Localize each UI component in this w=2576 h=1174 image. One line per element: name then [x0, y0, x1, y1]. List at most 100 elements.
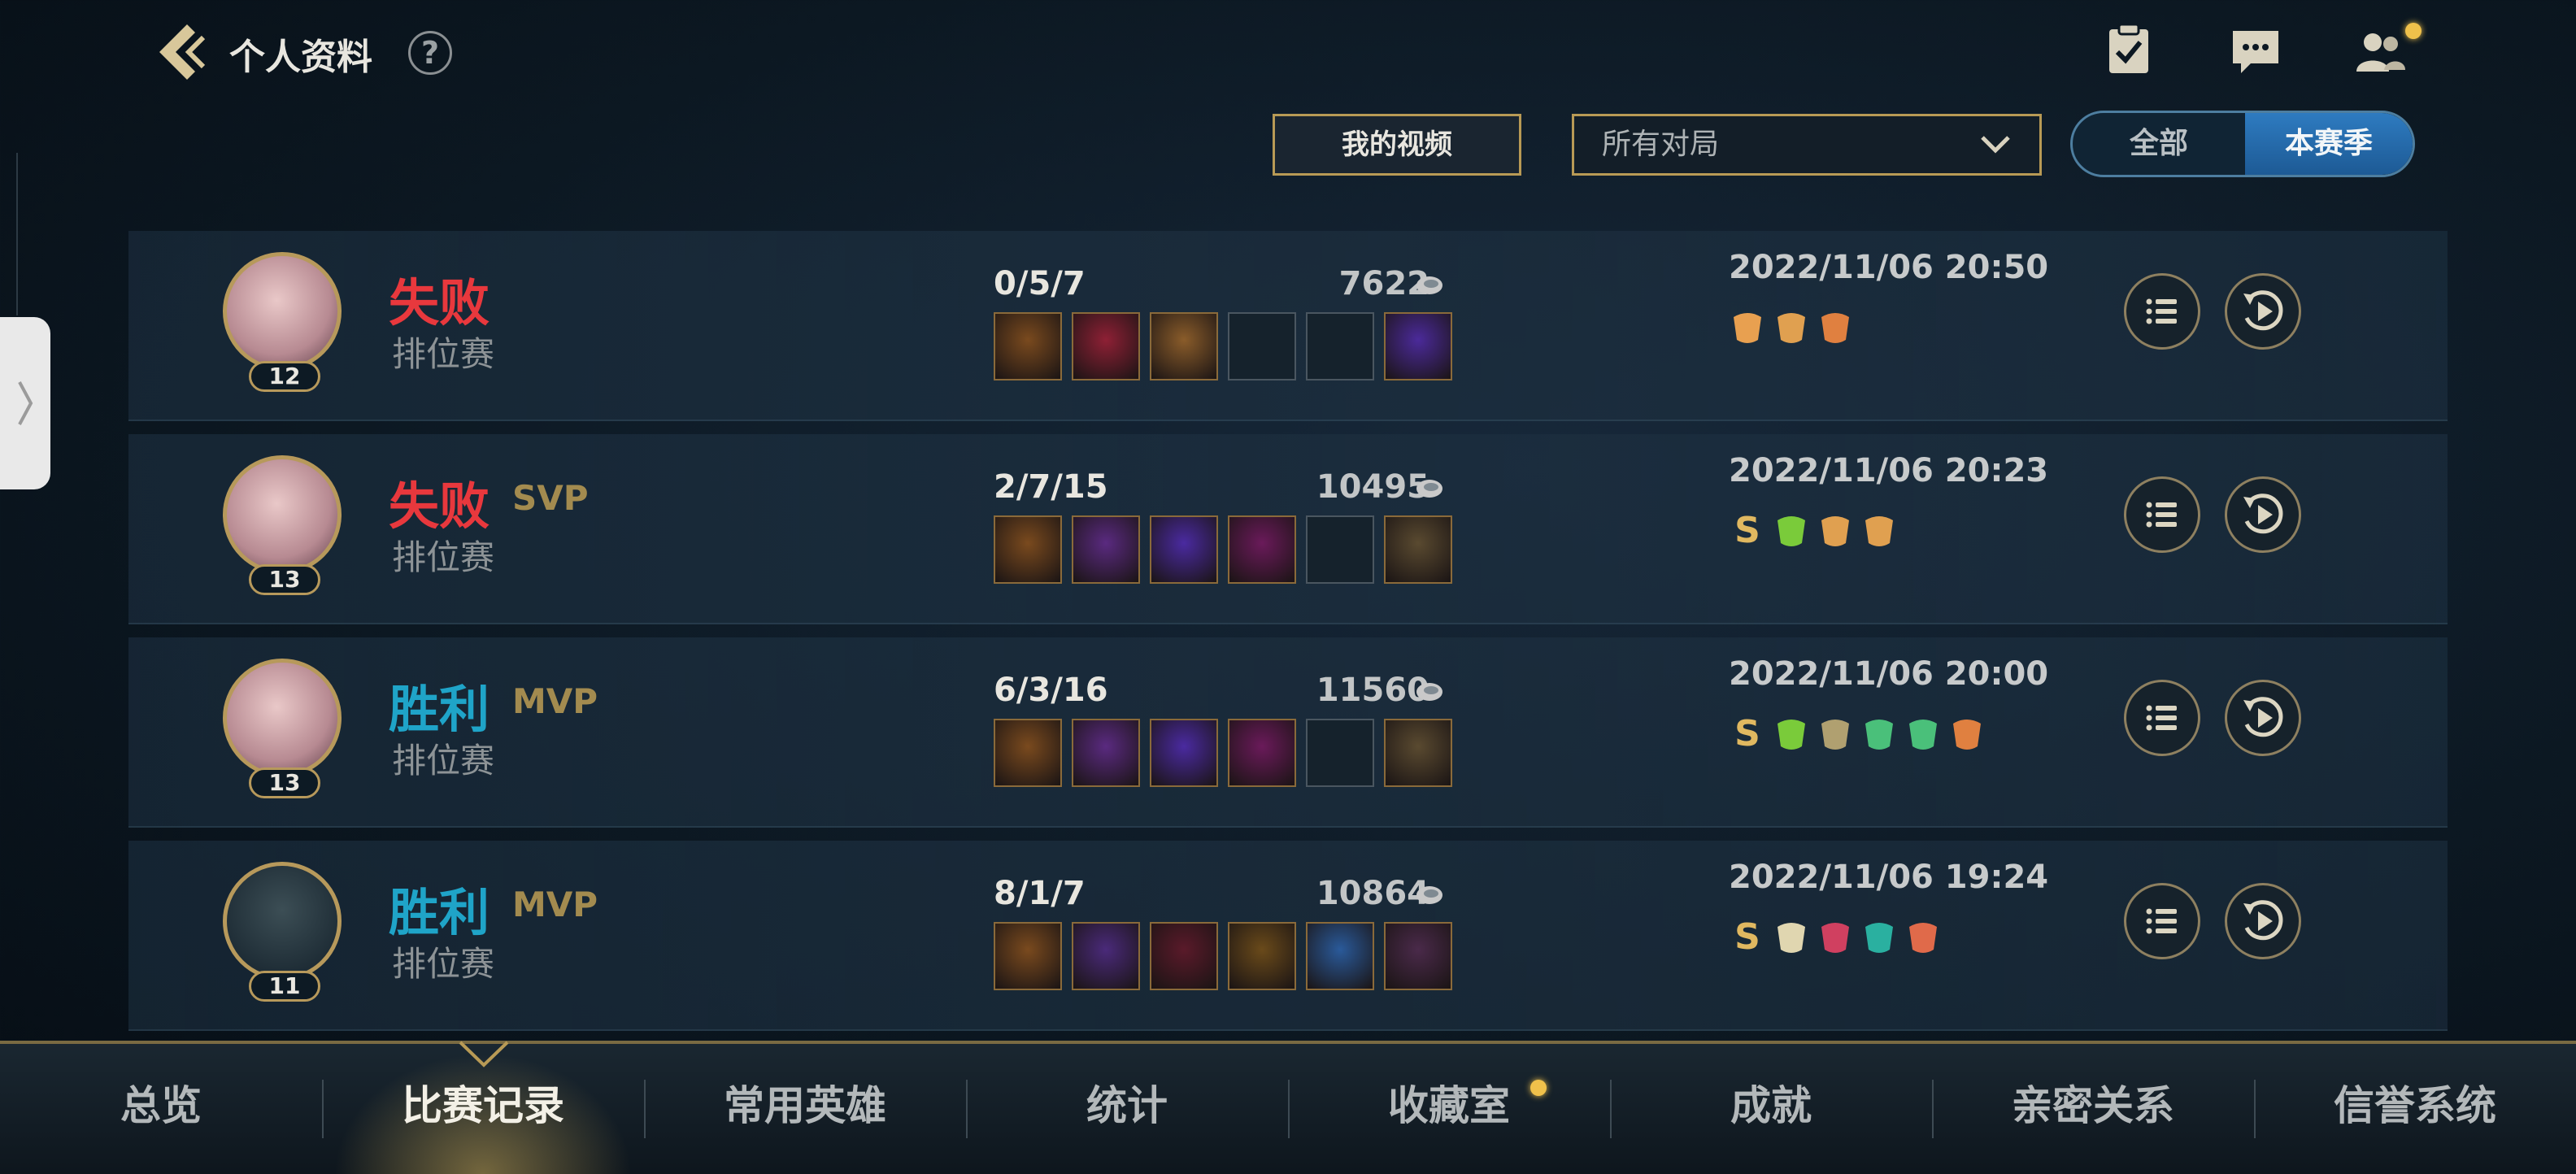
- champion-avatar: [223, 659, 342, 777]
- game-mode: 排位赛: [392, 741, 495, 780]
- gold-coin-icon: [1416, 683, 1442, 701]
- game-mode: 排位赛: [392, 334, 495, 374]
- gold-amount: 7622: [1338, 265, 1429, 302]
- help-icon[interactable]: ?: [408, 31, 452, 75]
- kda: 6/3/16: [994, 672, 1108, 709]
- match-row[interactable]: 13 失败 SVP 排位赛 2/7/15 10495 2022/11/06 20:23 S: [128, 434, 2448, 624]
- nav-tab[interactable]: 亲密关系: [1932, 1044, 2254, 1174]
- champion-avatar: [223, 862, 342, 981]
- item-icon[interactable]: [1228, 922, 1296, 990]
- item-icon[interactable]: [1150, 719, 1218, 787]
- match-detail-button[interactable]: [2124, 883, 2200, 959]
- item-icon[interactable]: [994, 719, 1062, 787]
- item-icon[interactable]: [1150, 922, 1218, 990]
- empty-item-slot[interactable]: [1306, 312, 1374, 380]
- season-toggle[interactable]: 全部 本赛季: [2070, 111, 2415, 177]
- match-detail-button[interactable]: [2124, 680, 2200, 756]
- chat-icon[interactable]: [2226, 21, 2285, 80]
- active-tab-indicator-icon: [455, 1041, 512, 1068]
- achievement-tag-icon: [1773, 714, 1810, 754]
- performance-badge: MVP: [512, 681, 598, 721]
- page-title: 个人资料: [229, 37, 372, 78]
- nav-divider: [966, 1080, 968, 1138]
- score-tag-icon: S: [1734, 916, 1760, 958]
- replay-button[interactable]: [2225, 273, 2301, 350]
- replay-icon: [2243, 290, 2283, 331]
- champion-level: 11: [249, 971, 320, 1002]
- item-icon[interactable]: [994, 515, 1062, 584]
- item-icon[interactable]: [1072, 922, 1140, 990]
- chevron-down-icon: [1981, 136, 2010, 154]
- list-icon: [2146, 908, 2177, 934]
- match-detail-button[interactable]: [2124, 476, 2200, 553]
- collection-notification-dot: [1530, 1080, 1547, 1096]
- item-icon[interactable]: [1228, 515, 1296, 584]
- gold-coin-icon: [1416, 480, 1442, 498]
- match-result: 胜利: [389, 680, 490, 739]
- nav-tab[interactable]: 收藏室: [1288, 1044, 1610, 1174]
- achievement-tag-icon: [1904, 714, 1942, 754]
- item-icon[interactable]: [1306, 922, 1374, 990]
- champion-avatar: [223, 455, 342, 574]
- nav-tab[interactable]: 总览: [0, 1044, 322, 1174]
- champion-level: 12: [249, 361, 320, 392]
- nav-divider: [322, 1080, 324, 1138]
- achievement-tag-icon: [1817, 917, 1854, 958]
- empty-item-slot[interactable]: [1228, 312, 1296, 380]
- back-arrow-icon: [159, 24, 206, 80]
- nav-tab[interactable]: 信誉系统: [2254, 1044, 2576, 1174]
- achievement-tag-icon: [1773, 511, 1810, 551]
- achievement-tag-icon: [1948, 714, 1986, 754]
- champion-avatar: [223, 252, 342, 371]
- achievement-tag-icon: [1904, 917, 1942, 958]
- match-date: 2022/11/06 20:00: [1729, 655, 2049, 693]
- achievement-tag-icon: [1860, 714, 1898, 754]
- list-icon: [2146, 705, 2177, 731]
- item-icon[interactable]: [1228, 719, 1296, 787]
- friends-icon[interactable]: [2352, 21, 2410, 80]
- match-row[interactable]: 11 胜利 MVP 排位赛 8/1/7 10864 2022/11/06 19:24 S: [128, 841, 2448, 1031]
- item-icon[interactable]: [994, 922, 1062, 990]
- toggle-all[interactable]: 全部: [2073, 113, 2245, 175]
- item-icon[interactable]: [1072, 719, 1140, 787]
- nav-divider: [1610, 1080, 1612, 1138]
- item-icon[interactable]: [1150, 312, 1218, 380]
- nav-divider: [2254, 1080, 2256, 1138]
- item-icon[interactable]: [1150, 515, 1218, 584]
- nav-tab[interactable]: 常用英雄: [644, 1044, 966, 1174]
- replay-button[interactable]: [2225, 680, 2301, 756]
- match-result: 胜利: [389, 883, 490, 942]
- match-detail-button[interactable]: [2124, 273, 2200, 350]
- friends-notification-dot: [2405, 23, 2422, 39]
- my-videos-button[interactable]: 我的视频: [1273, 114, 1521, 176]
- match-filter-value: 所有对局: [1602, 128, 1720, 161]
- gold-amount: 11560: [1316, 672, 1429, 709]
- item-icon[interactable]: [1384, 515, 1452, 584]
- item-icon[interactable]: [1072, 312, 1140, 380]
- item-icon[interactable]: [1384, 719, 1452, 787]
- replay-button[interactable]: [2225, 883, 2301, 959]
- match-row[interactable]: 12 失败 排位赛 0/5/7 7622 2022/11/06 20:50: [128, 231, 2448, 421]
- game-mode: 排位赛: [392, 537, 495, 577]
- replay-button[interactable]: [2225, 476, 2301, 553]
- kda: 0/5/7: [994, 265, 1086, 302]
- item-icon[interactable]: [1072, 515, 1140, 584]
- item-icon[interactable]: [1384, 922, 1452, 990]
- tasks-icon[interactable]: [2100, 21, 2158, 80]
- empty-item-slot[interactable]: [1306, 515, 1374, 584]
- match-filter-select[interactable]: 所有对局: [1572, 114, 2042, 176]
- nav-tab[interactable]: 成就: [1610, 1044, 1932, 1174]
- kda: 2/7/15: [994, 468, 1108, 506]
- nav-tab[interactable]: 统计: [966, 1044, 1288, 1174]
- bottom-nav: 总览 比赛记录 常用英雄 统计 收藏室 成就 亲密关系 信誉系统: [0, 1041, 2576, 1174]
- toggle-this-season[interactable]: 本赛季: [2245, 113, 2413, 175]
- item-icon[interactable]: [994, 312, 1062, 380]
- empty-item-slot[interactable]: [1306, 719, 1374, 787]
- item-icon[interactable]: [1384, 312, 1452, 380]
- performance-badge: MVP: [512, 885, 598, 924]
- side-expand-tab[interactable]: [0, 317, 50, 489]
- gold-amount: 10864: [1316, 875, 1429, 912]
- match-row[interactable]: 13 胜利 MVP 排位赛 6/3/16 11560 2022/11/06 20:00 S: [128, 637, 2448, 828]
- score-tag-icon: S: [1734, 510, 1760, 551]
- back-button[interactable]: [153, 20, 210, 85]
